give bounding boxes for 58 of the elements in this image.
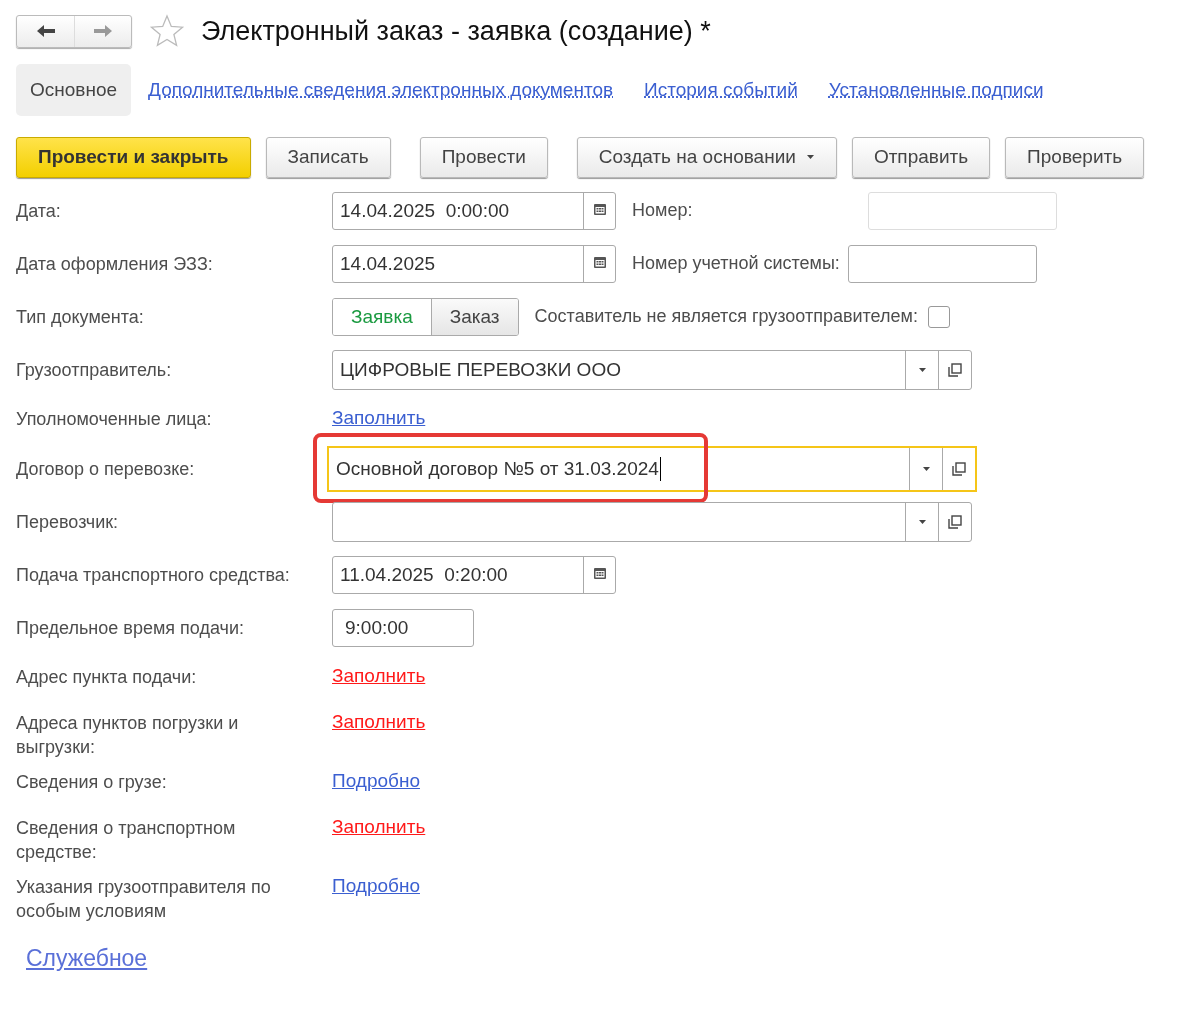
- caret-icon: [917, 366, 927, 373]
- time-field[interactable]: 9:00:00: [332, 608, 474, 647]
- link[interactable]: Подробно: [332, 875, 420, 897]
- calendar-icon: [592, 565, 607, 580]
- link[interactable]: Подробно: [332, 770, 420, 792]
- forward-arrow-icon: [92, 23, 114, 39]
- calendar-icon: [592, 201, 607, 216]
- field-label: Сведения о транспортном средстве:: [16, 817, 237, 864]
- field-label: Адрес пункта подачи:: [16, 666, 198, 689]
- dropdown-button[interactable]: Создать на основании: [576, 136, 837, 178]
- link[interactable]: Заполнить: [332, 711, 426, 733]
- section-link[interactable]: Служебное: [26, 945, 148, 972]
- select-field[interactable]: Основной договор №5 от 31.03.2024: [327, 445, 977, 492]
- field-label: Договор о перевозке:: [16, 457, 196, 481]
- field-label: Адреса пунктов погрузки и выгрузки:: [16, 712, 240, 759]
- field-label: Сведения о грузе:: [16, 771, 168, 794]
- star-icon[interactable]: [149, 14, 185, 48]
- tab[interactable]: Основное: [16, 64, 132, 116]
- toolbar-button[interactable]: Отправить: [851, 136, 991, 178]
- primary-button[interactable]: Провести и закрыть: [16, 136, 251, 178]
- field-label: Указания грузоотправителя по особым условиям: [16, 876, 272, 923]
- toggle-option[interactable]: Заказ: [430, 298, 518, 335]
- navigation-buttons[interactable]: [16, 14, 132, 48]
- calendar-icon: [592, 254, 607, 269]
- field-label: Грузоотправитель:: [16, 358, 173, 382]
- field-label: Тип документа:: [16, 305, 145, 329]
- field-label: Перевозчик:: [16, 510, 120, 534]
- caret-icon: [917, 518, 927, 525]
- open-window-icon: [952, 461, 966, 476]
- field-label: Номер учетной системы:: [632, 253, 840, 274]
- field-label: Подача транспортного средства:: [16, 563, 291, 587]
- input-field[interactable]: [847, 244, 1037, 283]
- tab[interactable]: Установленные подписи: [828, 79, 1044, 101]
- select-field[interactable]: ЦИФРОВЫЕ ПЕРЕВОЗКИ ООО: [332, 349, 972, 390]
- field-label: Дата оформления ЭЗЗ:: [16, 252, 214, 276]
- date-field[interactable]: 14.04.2025 0:00:00: [332, 191, 616, 230]
- checkbox[interactable]: [927, 305, 950, 328]
- link[interactable]: Заполнить: [332, 816, 426, 838]
- field-label: Номер:: [632, 200, 693, 221]
- tab[interactable]: Дополнительные сведения электронных документов: [148, 79, 614, 101]
- select-field[interactable]: [332, 501, 972, 542]
- date-field[interactable]: 11.04.2025 0:20:00: [332, 555, 616, 594]
- checkbox-label: Составитель не является грузоотправителем:: [534, 306, 918, 327]
- field-label: Уполномоченные лица:: [16, 408, 213, 431]
- field-label: Предельное время подачи:: [16, 616, 245, 640]
- open-window-icon: [948, 514, 962, 529]
- caret-icon: [921, 465, 931, 472]
- toolbar-button[interactable]: Провести: [419, 136, 548, 178]
- field-label: Дата:: [16, 199, 62, 223]
- caret-icon: [805, 154, 815, 160]
- tab[interactable]: История событий: [644, 79, 798, 101]
- toolbar-button[interactable]: Проверить: [1005, 136, 1145, 178]
- open-window-icon: [948, 362, 962, 377]
- date-field[interactable]: 14.04.2025: [332, 244, 616, 283]
- link[interactable]: Заполнить: [332, 665, 426, 687]
- window-title: Электронный заказ - заявка (создание) *: [201, 15, 711, 47]
- toolbar-button[interactable]: Записать: [265, 136, 391, 178]
- link[interactable]: Заполнить: [332, 407, 426, 429]
